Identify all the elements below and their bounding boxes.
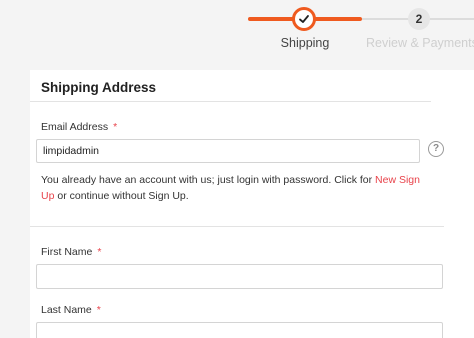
required-mark: *: [97, 246, 102, 258]
email-label-text: Email Address: [41, 121, 109, 133]
shipping-address-card: Shipping Address Email Address * ? You al…: [30, 70, 474, 338]
section-title: Shipping Address: [41, 80, 157, 95]
required-mark: *: [113, 121, 118, 133]
required-mark: *: [96, 304, 101, 316]
notice-text-before: You already have an account with us; jus…: [41, 174, 376, 186]
step-review-label[interactable]: Review & Payments: [366, 36, 474, 50]
last-name-field[interactable]: [36, 322, 443, 338]
step-shipping-label[interactable]: Shipping: [262, 36, 348, 50]
progress-steps: Shipping 2 Review & Payments: [0, 0, 474, 60]
step-review-marker[interactable]: 2: [408, 8, 430, 30]
account-notice: You already have an account with us; jus…: [41, 172, 436, 204]
first-name-label: First Name *: [41, 246, 101, 258]
divider: [30, 226, 444, 227]
checkout-page: Shipping 2 Review & Payments Shipping Ad…: [0, 0, 474, 338]
email-field[interactable]: [36, 139, 420, 163]
last-name-label: Last Name *: [41, 304, 101, 316]
email-label: Email Address *: [41, 121, 117, 133]
divider: [30, 101, 431, 102]
notice-text-after: or continue without Sign Up.: [54, 190, 189, 202]
last-name-label-text: Last Name: [41, 304, 92, 316]
first-name-label-text: First Name: [41, 246, 93, 258]
first-name-field[interactable]: [36, 264, 443, 289]
checkmark-icon: [299, 15, 309, 23]
step-shipping-marker[interactable]: [292, 7, 316, 31]
question-icon[interactable]: ?: [428, 141, 444, 157]
